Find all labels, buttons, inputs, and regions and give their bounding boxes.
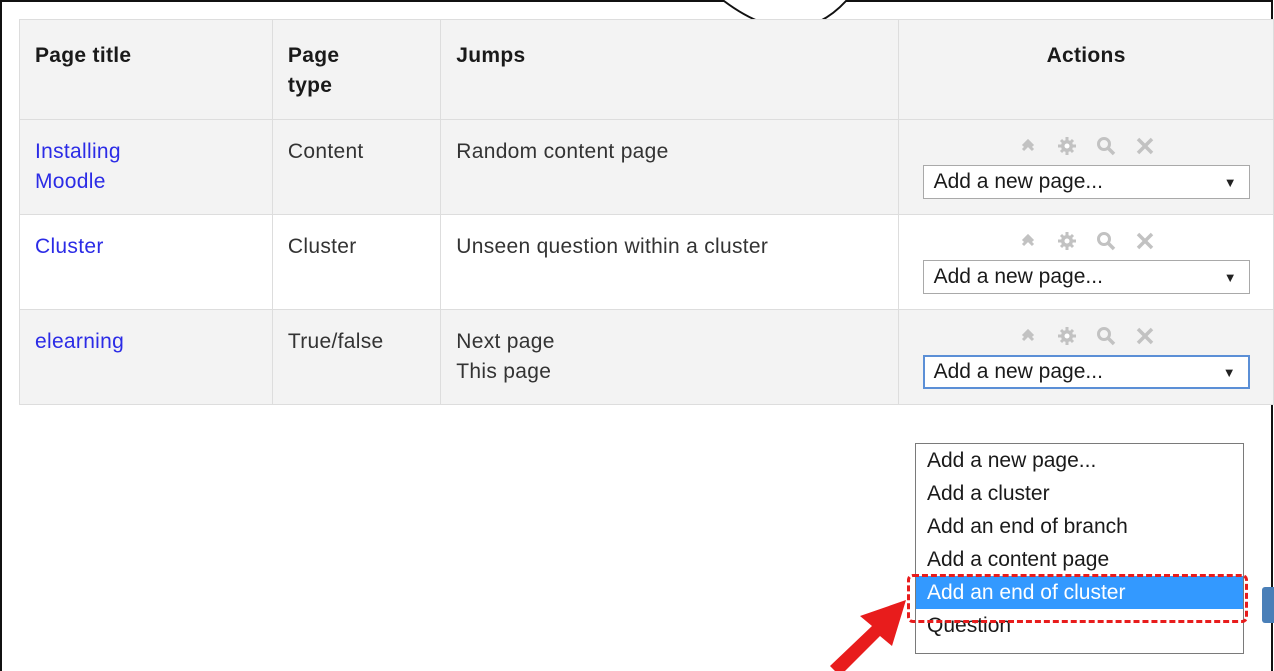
actions-cell: Add a new page... ▼	[898, 214, 1274, 310]
page-type-cell: Content	[271, 119, 442, 215]
table-row: Cluster Cluster Unseen question within a…	[19, 214, 1274, 310]
jumps-cell: Random content page	[440, 119, 900, 215]
jump-item: This page	[456, 360, 552, 383]
header-page-type: Page type	[271, 19, 442, 120]
search-icon[interactable]	[1095, 325, 1117, 355]
page-title-cell: Installing Moodle	[19, 119, 273, 215]
edge-tab	[1262, 587, 1274, 623]
select-value: Add a new page...	[933, 360, 1103, 383]
page-title-cell: elearning	[19, 309, 273, 405]
action-icons	[914, 230, 1258, 260]
jump-item: Next page	[456, 330, 555, 353]
option-add-end-of-branch[interactable]: Add an end of branch	[916, 510, 1243, 543]
action-icons	[914, 135, 1258, 165]
header-actions: Actions	[898, 19, 1274, 120]
jumps-cell: Next page This page	[440, 309, 900, 405]
move-icon[interactable]	[1017, 230, 1039, 260]
header-page-title: Page title	[19, 19, 273, 120]
page-type-cell: Cluster	[271, 214, 442, 310]
table-header-row: Page title Page type Jumps Actions	[19, 19, 1274, 120]
close-icon[interactable]	[1134, 135, 1156, 165]
page-type-cell: True/false	[271, 309, 442, 405]
dropdown-arrow-icon: ▼	[1223, 270, 1237, 285]
page-link-elearning[interactable]: elearning	[35, 330, 124, 353]
search-icon[interactable]	[1095, 230, 1117, 260]
gear-icon[interactable]	[1056, 135, 1078, 165]
select-value: Add a new page...	[933, 265, 1103, 288]
gear-icon[interactable]	[1056, 230, 1078, 260]
action-icons	[914, 325, 1258, 355]
dropdown-arrow-icon: ▼	[1223, 175, 1237, 190]
actions-cell: Add a new page... ▼	[898, 119, 1274, 215]
annotation-highlight-box	[907, 574, 1248, 623]
table-row: elearning True/false Next page This page…	[19, 309, 1274, 405]
add-page-select[interactable]: Add a new page... ▼	[922, 260, 1250, 294]
page-link-installing-moodle[interactable]: Installing Moodle	[35, 137, 185, 197]
annotation-arrow-icon	[830, 600, 906, 671]
close-icon[interactable]	[1134, 230, 1156, 260]
actions-cell: Add a new page... ▼	[898, 309, 1274, 405]
add-page-select-open[interactable]: Add a new page... ▼	[922, 355, 1250, 389]
page-title-cell: Cluster	[19, 214, 273, 310]
table-row: Installing Moodle Content Random content…	[19, 119, 1274, 215]
lesson-pages-table: Page title Page type Jumps Actions Insta…	[19, 19, 1274, 405]
move-icon[interactable]	[1017, 135, 1039, 165]
dropdown-arrow-icon: ▼	[1222, 365, 1236, 380]
gear-icon[interactable]	[1056, 325, 1078, 355]
page-link-cluster[interactable]: Cluster	[35, 235, 104, 258]
add-page-select[interactable]: Add a new page... ▼	[922, 165, 1250, 199]
jump-item: Unseen question within a cluster	[456, 235, 769, 258]
search-icon[interactable]	[1095, 135, 1117, 165]
option-add-cluster[interactable]: Add a cluster	[916, 477, 1243, 510]
jump-item: Random content page	[456, 140, 669, 163]
option-add-new-page[interactable]: Add a new page...	[916, 444, 1243, 477]
header-jumps: Jumps	[440, 19, 900, 120]
close-icon[interactable]	[1134, 325, 1156, 355]
option-add-content-page[interactable]: Add a content page	[916, 543, 1243, 576]
jumps-cell: Unseen question within a cluster	[440, 214, 900, 310]
move-icon[interactable]	[1017, 325, 1039, 355]
select-value: Add a new page...	[933, 170, 1103, 193]
